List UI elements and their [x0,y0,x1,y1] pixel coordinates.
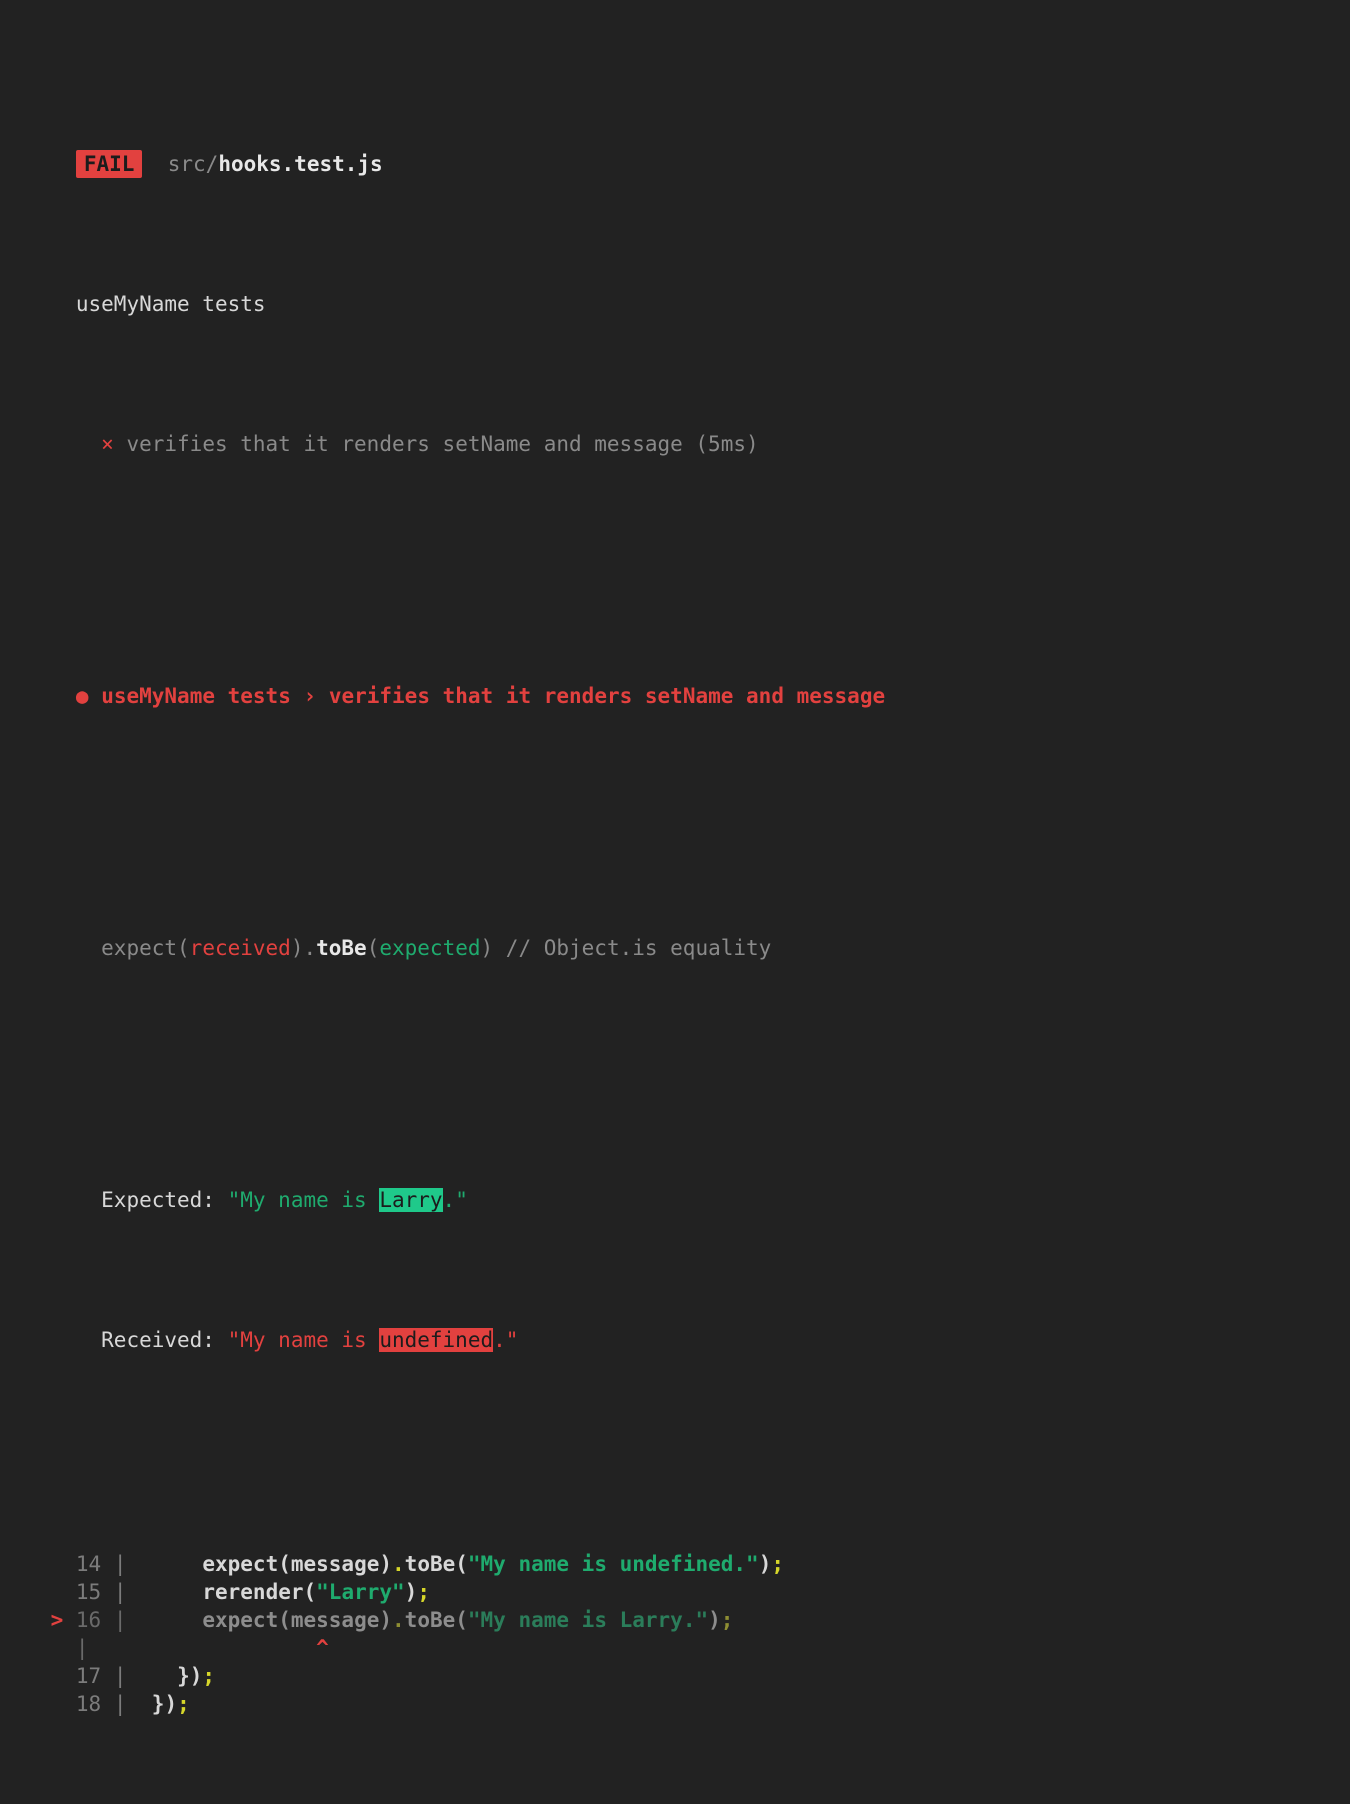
received-diff-highlight: undefined [379,1328,493,1352]
code-frame-line: 18 | }); [0,1690,1350,1718]
received-line: Received: "My name is undefined." [0,1298,1350,1326]
bullet-icon: ● [76,684,89,708]
code-token: ) [405,1580,418,1604]
code-punctuation: . [392,1608,405,1632]
test-result-line: × verifies that it renders setName and m… [0,402,1350,430]
expected-diff-highlight: Larry [379,1188,442,1212]
code-punctuation: ; [202,1664,215,1688]
matcher-tail: ) // Object.is equality [481,936,772,960]
code-line-number: 15 [76,1580,101,1604]
test-name: verifies that it renders setName and mes… [126,432,758,456]
terminal-output: FAIL src/hooks.test.js useMyName tests ×… [0,0,1350,1804]
code-gutter-separator: | [114,1580,127,1604]
code-string: "My name is undefined." [468,1552,759,1576]
spacer [0,1410,1350,1438]
code-line-number: 18 [76,1692,101,1716]
code-token: toBe( [405,1552,468,1576]
code-frame-caret-line: | ^ [0,1634,1350,1662]
code-token: ) [708,1608,721,1632]
matcher-mid: ). [291,936,316,960]
expected-suffix: ." [443,1188,468,1212]
code-punctuation: ; [771,1552,784,1576]
spacer [0,766,1350,794]
code-gutter-separator: | [114,1552,127,1576]
matcher-received-arg: received [190,936,291,960]
code-gutter-separator: | [114,1664,127,1688]
expected-prefix: "My name is [228,1188,380,1212]
failure-suite-name: useMyName tests [101,684,291,708]
spacer [0,514,1350,542]
matcher-name: toBe [316,936,367,960]
status-badge: FAIL [76,150,143,178]
code-gutter-separator: | [114,1692,127,1716]
received-label: Received: [101,1328,215,1352]
code-frame-line: 17 | }); [0,1662,1350,1690]
error-caret-icon: ^ [316,1636,329,1660]
received-suffix: ." [493,1328,518,1352]
file-name: hooks.test.js [218,152,382,176]
code-frame-line: > 16 | expect(message).toBe("My name is … [0,1606,1350,1634]
code-string: "My name is Larry." [468,1608,708,1632]
code-token: ) [759,1552,772,1576]
code-frame-line: 15 | rerender("Larry"); [0,1578,1350,1606]
failure-title-line: ● useMyName tests › verifies that it ren… [0,654,1350,682]
code-token: toBe( [405,1608,468,1632]
matcher-paren-open: ( [367,936,380,960]
code-token: }) [152,1692,177,1716]
matcher-expected-arg: expected [379,936,480,960]
code-line-number: 17 [76,1664,101,1688]
chevron-right-icon: › [304,684,317,708]
matcher-expect: expect( [101,936,190,960]
failure-test-name: verifies that it renders setName and mes… [329,684,885,708]
code-frame-line: 14 | expect(message).toBe("My name is un… [0,1550,1350,1578]
file-path-prefix: src/ [168,152,219,176]
code-token: expect(message) [202,1552,392,1576]
matcher-hint-line: expect(received).toBe(expected) // Objec… [0,906,1350,934]
code-punctuation: ; [177,1692,190,1716]
code-frame: 14 | expect(message).toBe("My name is un… [0,1550,1350,1718]
expected-label: Expected: [101,1188,215,1212]
fail-header-line: FAIL src/hooks.test.js [0,122,1350,150]
received-prefix: "My name is [228,1328,380,1352]
code-string: "Larry" [316,1580,405,1604]
spacer [0,1802,1350,1804]
code-gutter-separator: | [76,1636,89,1660]
suite-name: useMyName tests [76,292,266,316]
spacer [0,1018,1350,1046]
code-token: }) [177,1664,202,1688]
error-arrow-icon: > [51,1608,64,1632]
code-punctuation: ; [721,1608,734,1632]
code-line-number: 14 [76,1552,101,1576]
code-gutter-separator: | [114,1608,127,1632]
code-token: expect(message) [202,1608,392,1632]
code-punctuation: . [392,1552,405,1576]
cross-icon: × [101,432,114,456]
code-line-number: 16 [76,1608,101,1632]
suite-name-line: useMyName tests [0,262,1350,290]
code-punctuation: ; [417,1580,430,1604]
expected-line: Expected: "My name is Larry." [0,1158,1350,1186]
code-token: rerender( [202,1580,316,1604]
